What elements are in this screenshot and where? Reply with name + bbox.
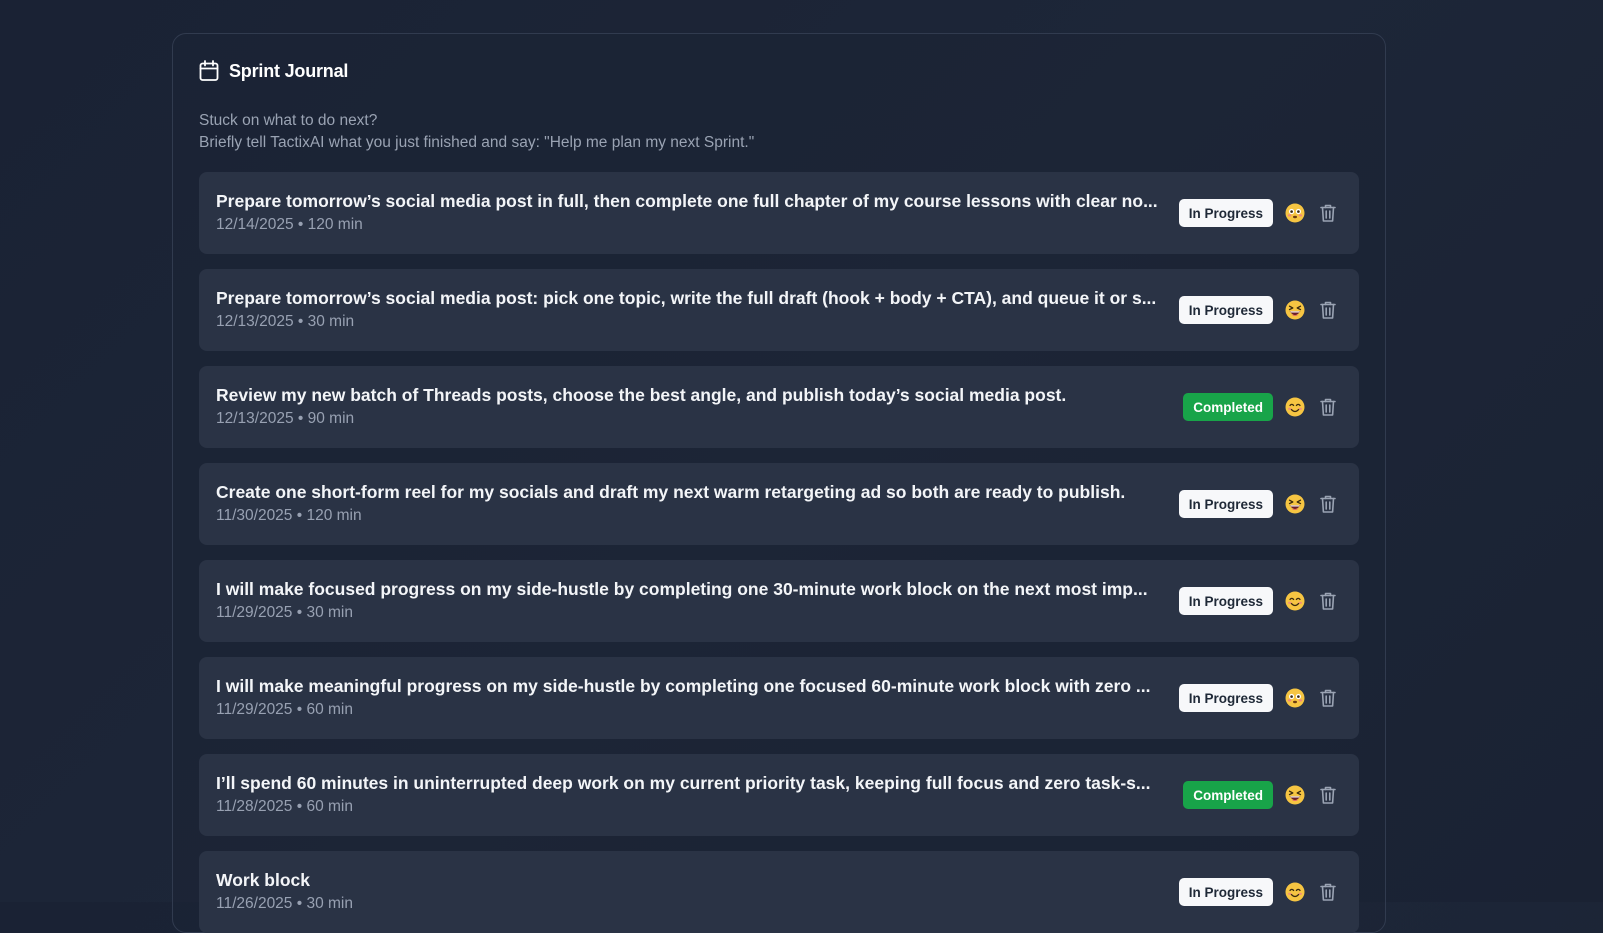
journal-entry[interactable]: Review my new batch of Threads posts, ch… xyxy=(199,366,1359,448)
entry-meta: 12/13/2025 • 90 min xyxy=(216,410,355,427)
journal-entry[interactable]: I’ll spend 60 minutes in uninterrupted d… xyxy=(199,754,1359,836)
entry-text: Review my new batch of Threads posts, ch… xyxy=(216,384,1161,429)
flushed-face-icon[interactable] xyxy=(1285,203,1305,223)
entry-title: Review my new batch of Threads posts, ch… xyxy=(216,385,1067,405)
entry-title: Prepare tomorrow’s social media post: pi… xyxy=(216,288,1157,308)
entry-meta: 11/29/2025 • 30 min xyxy=(216,604,353,621)
entry-text: Prepare tomorrow’s social media post in … xyxy=(216,190,1161,235)
journal-entry[interactable]: I will make focused progress on my side-… xyxy=(199,560,1359,642)
entry-meta: 11/28/2025 • 60 min xyxy=(216,798,353,815)
smiling-face-icon[interactable] xyxy=(1285,882,1305,902)
hint-line-1: Stuck on what to do next? xyxy=(199,112,378,129)
entry-title: I will make focused progress on my side-… xyxy=(216,579,1148,599)
grinning-squinting-face-icon[interactable] xyxy=(1285,494,1305,514)
entry-meta: 11/30/2025 • 120 min xyxy=(216,507,362,524)
entry-title: I will make meaningful progress on my si… xyxy=(216,676,1151,696)
entry-title: Create one short-form reel for my social… xyxy=(216,482,1126,502)
journal-title: Sprint Journal xyxy=(229,60,349,81)
smiling-face-icon[interactable] xyxy=(1285,397,1305,417)
status-badge[interactable]: In Progress xyxy=(1178,684,1273,712)
status-badge[interactable]: Completed xyxy=(1183,393,1273,421)
journal-entry[interactable]: Work block 11/26/2025 • 30 min In Progress xyxy=(199,851,1359,933)
trash-icon[interactable] xyxy=(1319,591,1337,611)
status-badge[interactable]: In Progress xyxy=(1178,199,1273,227)
trash-icon[interactable] xyxy=(1319,688,1337,708)
journal-hint: Stuck on what to do next? Briefly tell T… xyxy=(199,110,754,154)
flushed-face-icon[interactable] xyxy=(1285,688,1305,708)
entry-meta: 12/13/2025 • 30 min xyxy=(216,313,355,330)
entry-text: Prepare tomorrow’s social media post: pi… xyxy=(216,287,1161,332)
status-badge[interactable]: Completed xyxy=(1183,781,1273,809)
entry-title: Prepare tomorrow’s social media post in … xyxy=(216,191,1158,211)
entry-text: Create one short-form reel for my social… xyxy=(216,481,1161,526)
sprint-journal-panel: Sprint Journal Stuck on what to do next?… xyxy=(172,33,1386,933)
grinning-squinting-face-icon[interactable] xyxy=(1285,785,1305,805)
status-badge[interactable]: In Progress xyxy=(1178,296,1273,324)
journal-header: Sprint Journal xyxy=(199,60,348,82)
trash-icon[interactable] xyxy=(1319,494,1337,514)
status-badge[interactable]: In Progress xyxy=(1178,587,1273,615)
entry-text: Work block 11/26/2025 • 30 min xyxy=(216,869,1161,914)
hint-line-2: Briefly tell TactixAI what you just fini… xyxy=(199,134,755,151)
entry-meta: 11/29/2025 • 60 min xyxy=(216,701,353,718)
entry-text: I will make focused progress on my side-… xyxy=(216,578,1161,623)
journal-entry[interactable]: Prepare tomorrow’s social media post in … xyxy=(199,172,1359,254)
grinning-squinting-face-icon[interactable] xyxy=(1285,300,1305,320)
smiling-face-icon[interactable] xyxy=(1285,591,1305,611)
trash-icon[interactable] xyxy=(1319,785,1337,805)
status-badge[interactable]: In Progress xyxy=(1178,490,1273,518)
entry-meta: 11/26/2025 • 30 min xyxy=(216,895,353,912)
trash-icon[interactable] xyxy=(1319,882,1337,902)
trash-icon[interactable] xyxy=(1319,300,1337,320)
trash-icon[interactable] xyxy=(1319,397,1337,417)
journal-entry[interactable]: I will make meaningful progress on my si… xyxy=(199,657,1359,739)
entry-meta: 12/14/2025 • 120 min xyxy=(216,216,363,233)
entry-text: I’ll spend 60 minutes in uninterrupted d… xyxy=(216,772,1161,817)
entry-title: Work block xyxy=(216,870,311,890)
calendar-icon xyxy=(199,60,219,82)
entry-title: I’ll spend 60 minutes in uninterrupted d… xyxy=(216,773,1151,793)
trash-icon[interactable] xyxy=(1319,203,1337,223)
journal-entry[interactable]: Create one short-form reel for my social… xyxy=(199,463,1359,545)
journal-entry[interactable]: Prepare tomorrow’s social media post: pi… xyxy=(199,269,1359,351)
entry-text: I will make meaningful progress on my si… xyxy=(216,675,1161,720)
